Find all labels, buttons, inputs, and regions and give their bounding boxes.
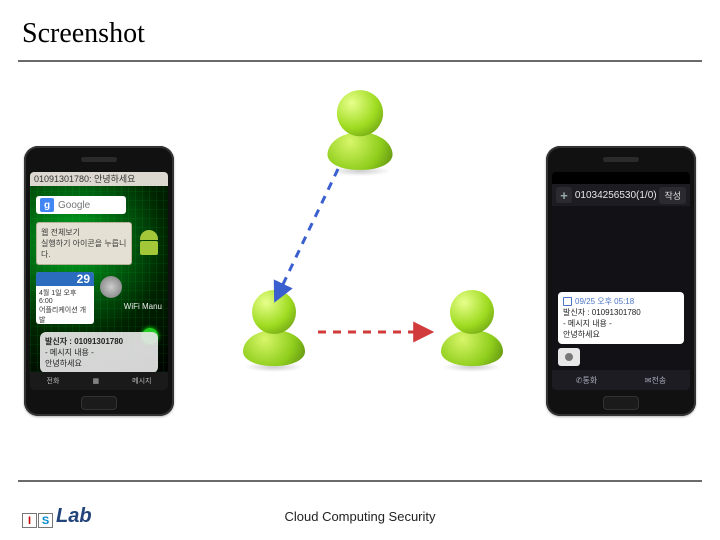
recipient-number: 01034256530(1/0) — [575, 190, 657, 201]
phone-icon: ✆ — [576, 376, 583, 385]
tab-send[interactable]: ✉ 전송 — [621, 370, 690, 390]
message-sender: 발신자 : 01091301780 — [563, 307, 679, 318]
info-panel: 웹 전체보기 실행하기 아이콘을 누릅니다. — [36, 222, 132, 265]
camera-icon — [565, 353, 573, 361]
dock-apps-icon[interactable]: ▦ — [92, 377, 99, 385]
search-placeholder: Google — [58, 200, 90, 211]
calendar-day: 29 — [36, 272, 94, 286]
message-body: - 메시지 내용 - 안녕하세요 — [563, 318, 679, 340]
phone-earpiece — [603, 157, 639, 162]
calendar-icon — [563, 297, 572, 306]
divider-bottom — [18, 480, 702, 482]
statusbar: 01091301780: 안녕하세요 — [30, 172, 168, 186]
calendar-text: 4월 1일 오후 6:00 어플리케이션 개발 미팅 — [36, 286, 94, 324]
dock-message[interactable]: 메시지 — [132, 376, 151, 386]
message-header: + 01034256530(1/0) 작성 — [552, 184, 690, 206]
diagram-area: 01091301780: 안녕하세요 g Google 웹 전체보기 실행하기 … — [18, 72, 702, 476]
user-icon-bottom-left — [236, 290, 312, 366]
user-icon-bottom-right — [434, 290, 510, 366]
user-icon-top — [320, 90, 400, 170]
add-icon[interactable]: + — [556, 187, 572, 203]
compose-button[interactable]: 작성 — [659, 187, 686, 204]
dock: 전화 ▦ 메시지 — [30, 372, 168, 390]
home-button[interactable] — [81, 396, 117, 410]
statusbar-text: 01091301780: 안녕하세요 — [34, 172, 135, 186]
google-g-icon: g — [40, 198, 54, 212]
statusbar — [552, 172, 690, 184]
calendar-widget[interactable]: 29 4월 1일 오후 6:00 어플리케이션 개발 미팅 — [36, 272, 94, 324]
android-icon[interactable] — [138, 230, 160, 256]
dock-phone[interactable]: 전화 — [47, 376, 60, 386]
phone-left-screen: 01091301780: 안녕하세요 g Google 웹 전체보기 실행하기 … — [30, 172, 168, 390]
arrow-top-to-bl — [276, 169, 338, 299]
phone-right-screen: + 01034256530(1/0) 작성 09/25 오후 05:18 발신자… — [552, 172, 690, 390]
camera-button[interactable] — [558, 348, 580, 366]
phone-earpiece — [81, 157, 117, 162]
phone-right: + 01034256530(1/0) 작성 09/25 오후 05:18 발신자… — [546, 146, 696, 416]
sms-popup[interactable]: 발신자 : 01091301780 - 메시지 내용 - 안녕하세요 — [40, 332, 158, 373]
tab-call[interactable]: ✆ 통화 — [552, 370, 621, 390]
footer-text: Cloud Computing Security — [0, 509, 720, 524]
message-timestamp: 09/25 오후 05:18 — [563, 296, 679, 307]
page-title: Screenshot — [0, 0, 720, 60]
search-widget[interactable]: g Google — [36, 196, 126, 214]
sms-title: 발신자 : 01091301780 — [45, 336, 153, 347]
settings-icon[interactable] — [100, 276, 122, 298]
wifi-label[interactable]: WiFi Manu — [124, 302, 162, 311]
phone-left: 01091301780: 안녕하세요 g Google 웹 전체보기 실행하기 … — [24, 146, 174, 416]
send-icon: ✉ — [645, 376, 652, 385]
divider-top — [18, 60, 702, 62]
sms-body: - 메시지 내용 - 안녕하세요 — [45, 347, 153, 369]
home-button[interactable] — [603, 396, 639, 410]
message-card[interactable]: 09/25 오후 05:18 발신자 : 01091301780 - 메시지 내… — [558, 292, 684, 344]
bottom-tabs: ✆ 통화 ✉ 전송 — [552, 370, 690, 390]
